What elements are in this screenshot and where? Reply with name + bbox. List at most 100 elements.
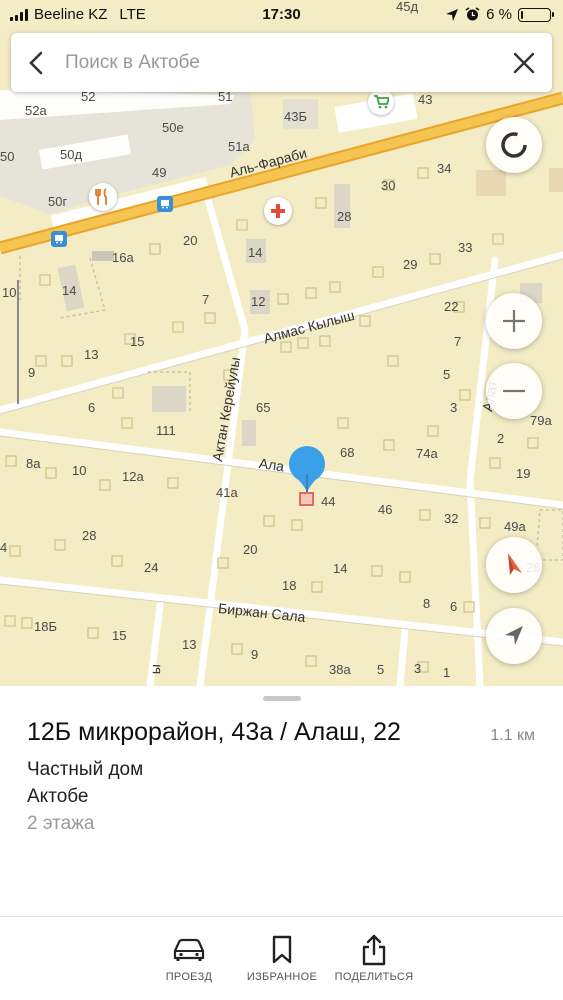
battery-percent: 6 % (486, 6, 512, 23)
place-type: Частный дом (27, 759, 144, 780)
building-number: 14 (62, 283, 77, 298)
building-number: 10 (2, 285, 17, 300)
building-number: 41а (216, 485, 238, 500)
building-number: 18 (282, 578, 297, 593)
building-number: 65 (256, 400, 271, 415)
bus-stop-icon[interactable] (51, 231, 67, 247)
share-icon (362, 934, 386, 966)
location-arrow-icon (446, 8, 459, 21)
building-number: 50е (162, 120, 184, 135)
restaurant-icon[interactable] (89, 183, 117, 211)
close-icon (513, 52, 535, 73)
building-number: 19 (516, 466, 531, 481)
building-number: 8а (26, 456, 41, 471)
building-number: 5 (377, 662, 385, 677)
building-number: 2 (497, 431, 505, 446)
zoom-in-button[interactable] (486, 293, 542, 349)
building-number: 15 (112, 628, 127, 643)
share-label: ПОДЕЛИТЬСЯ (334, 971, 414, 983)
car-icon (173, 938, 205, 961)
building-number: 13 (182, 637, 197, 652)
building-number: 1 (443, 665, 451, 680)
status-bar: Beeline KZ LTE 17:30 6 % (0, 0, 563, 30)
building-number: 33 (458, 240, 473, 255)
zoom-out-button[interactable] (486, 363, 542, 419)
chevron-left-icon (29, 51, 43, 74)
compass-button[interactable] (486, 537, 542, 593)
place-distance: 1.1 км (490, 727, 535, 744)
action-bar: ПРОЕЗД ИЗБРАННОЕ ПОДЕЛИТЬСЯ (0, 916, 563, 1000)
back-button[interactable] (11, 33, 61, 92)
bookmark-icon (272, 935, 292, 964)
building-number: 12а (122, 469, 144, 484)
bus-stop-icon[interactable] (157, 196, 173, 212)
building-number: 49а (504, 519, 526, 534)
building-number: 15 (130, 334, 145, 349)
building-number: 43 (418, 92, 433, 107)
place-city: Актобе (27, 786, 89, 807)
alarm-icon (465, 7, 480, 21)
building-number: 28 (82, 528, 97, 543)
building-number: 50д (60, 147, 83, 162)
building-number: 14 (248, 245, 263, 260)
building-number: 49 (152, 165, 167, 180)
shop-icon[interactable] (368, 89, 394, 115)
layers-icon (501, 132, 527, 158)
building-number: 50г (48, 194, 68, 209)
building-number: 38а (329, 662, 351, 677)
building-number: 74а (416, 446, 438, 461)
street-label: ы (147, 663, 164, 675)
sheet-handle[interactable] (263, 696, 301, 701)
building-number: 3 (414, 661, 422, 676)
building-number: 14 (333, 561, 348, 576)
building-number: 18Б (34, 619, 57, 634)
street-label: Ала (257, 455, 286, 475)
building-number: 46 (378, 502, 393, 517)
minus-icon (503, 389, 525, 393)
building-number: 30 (381, 178, 396, 193)
layers-button[interactable] (486, 117, 542, 173)
building-number: 20 (183, 233, 198, 248)
clear-button[interactable] (496, 33, 552, 92)
building-number: 8 (423, 596, 431, 611)
battery-icon (518, 7, 554, 22)
favorites-label: ИЗБРАННОЕ (246, 971, 318, 983)
building-number: 22 (444, 299, 459, 314)
route-button[interactable]: ПРОЕЗД (139, 917, 239, 1000)
navigation-arrow-icon (505, 626, 523, 645)
building-number: 7 (202, 292, 210, 307)
building-number: 6 (88, 400, 96, 415)
building-number: 5 (443, 367, 451, 382)
building-number: 10 (72, 463, 87, 478)
map-view[interactable]: Аль-Фараби Алмас Кылыш Актан Керейулы Ал… (0, 0, 563, 686)
place-title: 12Б микрорайон, 43а / Алаш, 22 (27, 718, 401, 746)
favorites-button[interactable]: ИЗБРАННОЕ (232, 917, 332, 1000)
search-bar[interactable]: Поиск в Актобе (11, 33, 552, 92)
building-number: 111 (156, 423, 176, 438)
route-label: ПРОЕЗД (165, 971, 213, 983)
building-number: 29 (403, 257, 418, 272)
building-number: 16а (112, 250, 134, 265)
building-number: 34 (437, 161, 452, 176)
search-input[interactable]: Поиск в Актобе (61, 52, 496, 74)
place-card[interactable]: 12Б микрорайон, 43а / Алаш, 22 1.1 км Ча… (0, 686, 563, 916)
building-number: 28 (337, 209, 352, 224)
building-number: 12 (251, 294, 266, 309)
hospital-icon[interactable] (264, 197, 292, 225)
my-location-button[interactable] (486, 608, 542, 664)
building-number: 32 (444, 511, 459, 526)
building-number: 6 (450, 599, 458, 614)
building-number: 50 (0, 149, 15, 164)
share-button[interactable]: ПОДЕЛИТЬСЯ (324, 917, 424, 1000)
building-number: 52а (25, 103, 47, 118)
building-number: 3 (450, 400, 458, 415)
building-number: 68 (340, 445, 355, 460)
building-number: 24 (144, 560, 159, 575)
building-number: 7 (454, 334, 462, 349)
building-number: 13 (84, 347, 99, 362)
location-pin[interactable] (287, 444, 327, 508)
building-number: 51а (228, 139, 250, 154)
building-number: 79а (530, 413, 552, 428)
building-number: 43Б (284, 109, 307, 124)
building-number: 20 (243, 542, 258, 557)
